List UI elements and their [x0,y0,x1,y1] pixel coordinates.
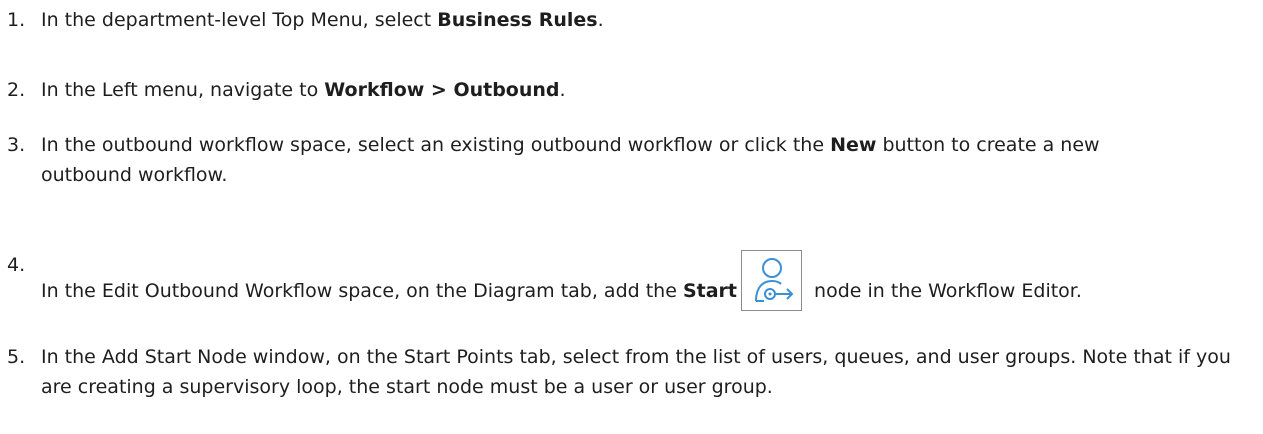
start-term: Start [682,280,738,302]
step-4: 4. In the Edit Outbound Workflow space, … [7,250,1257,311]
step-number: 4. [7,254,26,276]
step-text: In the Left menu, navigate to Workflow >… [41,79,566,101]
step-text: In the outbound workflow space, select a… [41,134,1100,186]
new-button-term: New [830,134,877,156]
instruction-steps: 1. In the department-level Top Menu, sel… [0,0,1263,434]
business-rules-term: Business Rules [437,9,598,31]
start-node-icon [741,250,803,311]
step-number: 2. [7,79,26,101]
step-5: 5. In the Add Start Node window, on the … [7,342,1257,402]
step-number: 3. [7,134,26,156]
step-text: In the department-level Top Menu, select… [41,9,604,31]
step-1: 1. In the department-level Top Menu, sel… [7,5,1257,35]
step-number: 5. [7,346,26,368]
step-text: In the Add Start Node window, on the Sta… [41,346,1231,398]
step-3: 3. In the outbound workflow space, selec… [7,130,1257,190]
workflow-outbound-term: Workflow > Outbound [324,79,560,101]
step-number: 1. [7,9,26,31]
step-text: In the Edit Outbound Workflow space, on … [41,250,1257,311]
step-2: 2. In the Left menu, navigate to Workflo… [7,75,1257,105]
